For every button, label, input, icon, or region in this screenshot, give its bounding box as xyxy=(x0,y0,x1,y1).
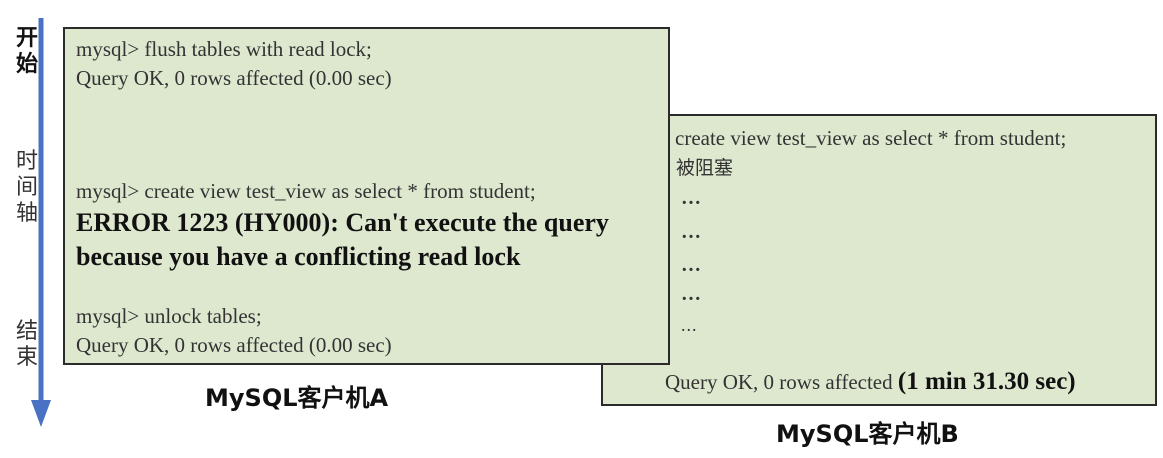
client-b-ellipsis: … xyxy=(681,283,702,305)
client-b-result-time: (1 min 31.30 sec) xyxy=(897,368,1076,395)
client-a-unlock-result: Query OK, 0 rows affected (0.00 sec) xyxy=(76,333,392,357)
client-b-ellipsis: … xyxy=(681,187,702,209)
client-b-create-command: create view test_view as select * from s… xyxy=(675,126,1067,150)
client-a-panel: mysql> flush tables with read lock; Quer… xyxy=(63,27,670,365)
client-a-error-line1: ERROR 1223 (HY000): Can't execute the qu… xyxy=(76,208,609,237)
client-b-blocked-text: 被阻塞 xyxy=(676,157,734,179)
client-a-flush-result: Query OK, 0 rows affected (0.00 sec) xyxy=(76,66,392,90)
client-a-unlock-command: mysql> unlock tables; xyxy=(76,304,262,328)
client-a-caption: MySQL客户机A xyxy=(205,384,389,412)
client-a-error-line2: because you have a conflicting read lock xyxy=(76,242,521,271)
client-b-ellipsis: … xyxy=(681,221,702,243)
client-b-result-line: Query OK, 0 rows affected (1 min 31.30 s… xyxy=(665,368,1076,395)
client-a-flush-command: mysql> flush tables with read lock; xyxy=(76,37,372,61)
timeline-start-label: 开 始 xyxy=(16,26,39,77)
timeline-end-label: 结 束 xyxy=(16,319,39,370)
client-b-ellipsis: ... xyxy=(681,315,698,335)
client-b-ellipsis: … xyxy=(681,254,702,276)
client-a-create-command: mysql> create view test_view as select *… xyxy=(76,179,536,203)
client-b-panel: create view test_view as select * from s… xyxy=(601,114,1157,406)
client-b-result-prefix: Query OK, 0 rows affected xyxy=(665,370,898,394)
timeline-axis-label: 时 间 轴 xyxy=(16,149,39,226)
client-b-caption: MySQL客户机B xyxy=(776,420,959,448)
